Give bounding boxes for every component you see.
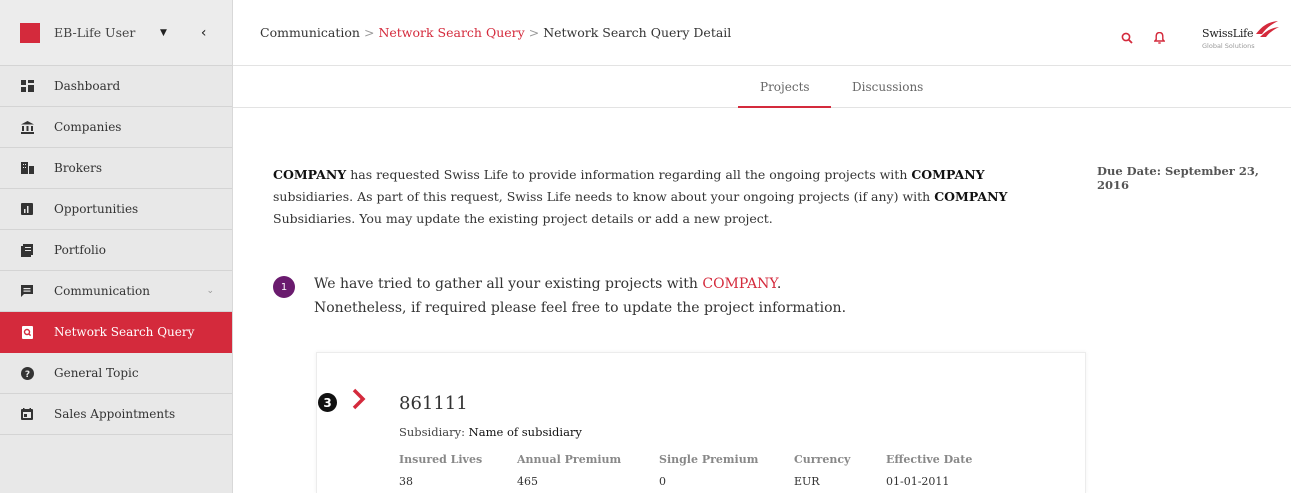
sidebar-item-portfolio[interactable]: Portfolio	[0, 230, 232, 271]
subsidiary-value: Name of subsidiary	[468, 425, 582, 439]
intro-text-1: has requested Swiss Life to provide info…	[346, 167, 912, 182]
sidebar-item-opportunities[interactable]: Opportunities	[0, 189, 232, 230]
sidebar: EB-Life User ▼ ‹ Dashboard Companies Bro…	[0, 0, 233, 493]
sidebar-item-network-search-query[interactable]: Network Search Query	[0, 312, 232, 353]
sidebar-item-label: General Topic	[54, 366, 139, 380]
bank-icon	[20, 120, 34, 134]
calendar-icon	[20, 407, 34, 421]
sidebar-item-dashboard[interactable]: Dashboard	[0, 66, 232, 107]
sidebar-item-label: Network Search Query	[54, 325, 195, 339]
column-header: Insured Lives	[399, 453, 483, 466]
user-name[interactable]: EB-Life User	[54, 25, 152, 40]
company-name: COMPANY	[911, 167, 985, 182]
chevron-down-icon[interactable]: ⌄	[206, 286, 214, 296]
sidebar-item-label: Companies	[54, 120, 122, 134]
intro-text-2: subsidiaries. As part of this request, S…	[273, 189, 935, 204]
project-subsidiary: Subsidiary: Name of subsidiary	[399, 425, 582, 439]
logo-name: SwissLife	[1202, 27, 1254, 40]
company-name: COMPANY	[273, 167, 347, 182]
step-number-badge: 1	[273, 276, 295, 298]
swisslife-flag-icon	[1256, 21, 1279, 37]
column-value: 38	[399, 475, 413, 488]
subsidiary-label: Subsidiary:	[399, 425, 465, 439]
sidebar-item-label: Dashboard	[54, 79, 121, 93]
column-value: 465	[517, 475, 538, 488]
sidebar-item-label: Brokers	[54, 161, 103, 175]
sidebar-item-general-topic[interactable]: ? General Topic	[0, 353, 232, 394]
header: Communication > Network Search Query > Netwo…	[233, 0, 1291, 66]
tab-projects[interactable]: Projects	[760, 80, 810, 94]
bar-chart-icon	[20, 202, 34, 216]
column-header: Effective Date	[886, 453, 973, 466]
step-line2-text: Nonetheless, if required please feel fre…	[314, 300, 847, 316]
sidebar-item-brokers[interactable]: Brokers	[0, 148, 232, 189]
step-line1-suffix: .	[776, 276, 782, 292]
due-date: Due Date: September 23, 2016	[1097, 164, 1259, 192]
column-header: Currency	[794, 453, 851, 466]
breadcrumb-network-search-query[interactable]: Network Search Query	[378, 25, 524, 40]
column-value: 0	[659, 475, 666, 488]
project-id: 861111	[399, 393, 468, 414]
logo-subtitle: Global Solutions	[1202, 42, 1255, 50]
annotation-badge: 3	[318, 393, 337, 412]
sidebar-item-companies[interactable]: Companies	[0, 107, 232, 148]
bell-icon[interactable]	[1153, 29, 1166, 48]
collapse-sidebar-icon[interactable]: ‹	[201, 25, 207, 41]
tab-discussions[interactable]: Discussions	[852, 80, 923, 94]
user-avatar	[20, 22, 40, 43]
column-annual-premium: Annual Premium 465	[517, 453, 621, 488]
column-header: Single Premium	[659, 453, 759, 466]
dashboard-icon	[20, 79, 34, 93]
search-document-icon	[20, 325, 34, 339]
tab-bar: Projects Discussions	[233, 66, 1291, 108]
company-name: COMPANY	[934, 189, 1008, 204]
building-icon	[20, 161, 34, 175]
column-value: EUR	[794, 475, 820, 488]
sidebar-item-sales-appointments[interactable]: Sales Appointments	[0, 394, 232, 435]
message-icon	[20, 284, 34, 298]
sidebar-item-label: Communication	[54, 284, 150, 298]
chevron-right-icon[interactable]	[352, 388, 366, 414]
step-instructions: We have tried to gather all your existin…	[314, 272, 934, 320]
column-value: 01-01-2011	[886, 475, 950, 488]
caret-down-icon[interactable]: ▼	[160, 28, 167, 38]
company-link[interactable]: COMPANY	[702, 276, 776, 292]
breadcrumb: Communication > Network Search Query > Netwo…	[260, 25, 731, 40]
sidebar-item-label: Opportunities	[54, 202, 139, 216]
breadcrumb-current: Network Search Query Detail	[543, 25, 732, 40]
breadcrumb-communication[interactable]: Communication	[260, 25, 360, 40]
column-currency: Currency EUR	[794, 453, 850, 488]
intro-text-3: Subsidiaries. You may update the existin…	[273, 211, 773, 226]
column-effective-date: Effective Date 01-01-2011	[886, 453, 972, 488]
breadcrumb-separator: >	[363, 25, 375, 40]
sidebar-item-communication[interactable]: Communication ⌄	[0, 271, 232, 312]
step-line1-text: We have tried to gather all your existin…	[314, 276, 703, 292]
column-insured-lives: Insured Lives 38	[399, 453, 482, 488]
breadcrumb-separator: >	[528, 25, 540, 40]
help-icon: ?	[20, 366, 34, 380]
column-single-premium: Single Premium 0	[659, 453, 758, 488]
user-menu[interactable]: EB-Life User ▼ ‹	[0, 0, 232, 66]
swisslife-logo[interactable]: SwissLife Global Solutions	[1202, 20, 1282, 52]
portfolio-icon	[20, 243, 34, 257]
active-tab-indicator	[738, 106, 831, 108]
column-header: Annual Premium	[517, 453, 622, 466]
sidebar-item-label: Sales Appointments	[54, 407, 176, 421]
svg-text:?: ?	[24, 370, 29, 380]
search-icon[interactable]	[1121, 29, 1133, 48]
sidebar-item-label: Portfolio	[54, 243, 106, 257]
request-description: COMPANY has requested Swiss Life to prov…	[273, 164, 1063, 230]
